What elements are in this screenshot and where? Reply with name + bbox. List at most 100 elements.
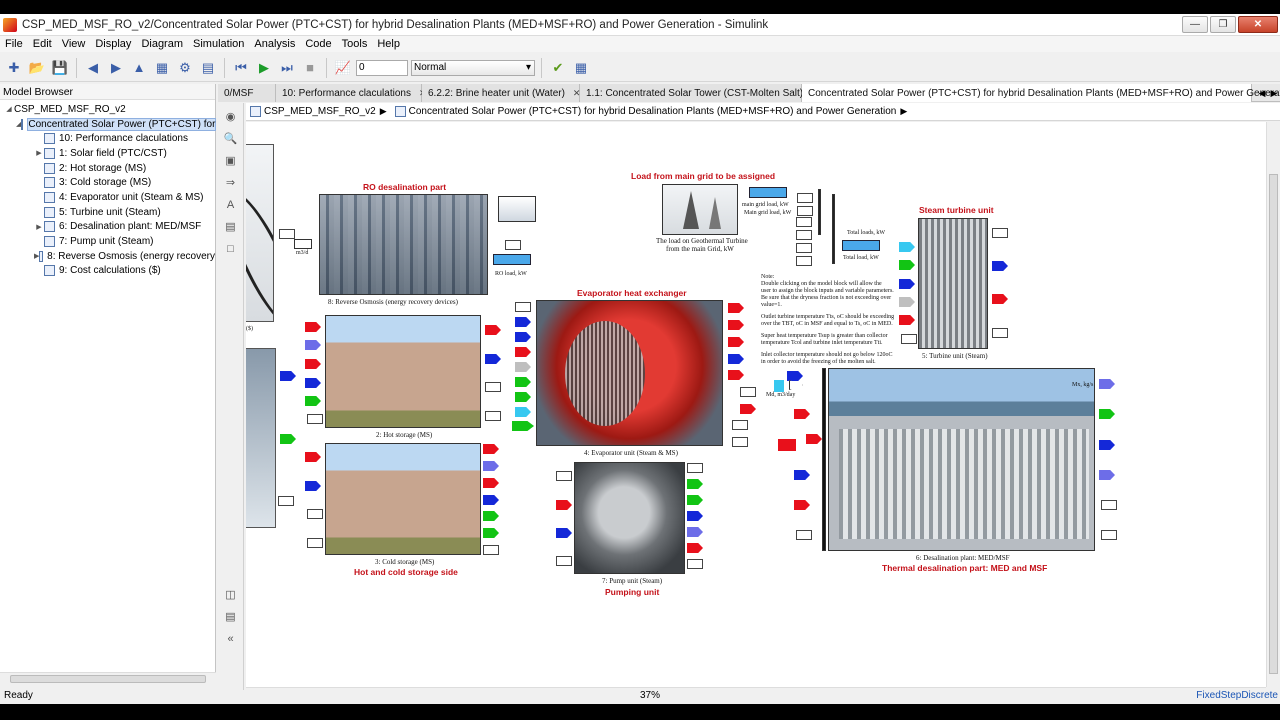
report-icon[interactable]: ▤ [223, 609, 239, 625]
pump-output-port[interactable] [687, 495, 703, 505]
input-port[interactable] [280, 434, 296, 444]
evap-output-port[interactable] [728, 370, 744, 380]
total-load-mux-bar[interactable] [832, 194, 835, 264]
desal-output-port[interactable] [1101, 500, 1117, 510]
desal-input-port[interactable] [806, 434, 822, 444]
evap-output-port[interactable] [740, 404, 756, 414]
simulation-mode-select[interactable]: Normal [411, 59, 535, 76]
scope-icon[interactable]: 📈 [333, 58, 353, 78]
canvas-vertical-scrollbar[interactable] [1266, 122, 1280, 687]
turbine-input-port[interactable] [899, 297, 915, 307]
hot-input-port[interactable] [305, 396, 321, 406]
desal-input-port[interactable] [778, 439, 796, 451]
evap-output-port[interactable] [728, 354, 744, 364]
evap-input-port[interactable] [515, 347, 531, 357]
turbine-input-port[interactable] [899, 242, 915, 252]
ro-output-port[interactable] [505, 240, 521, 250]
zoom-icon[interactable]: 🔍 [223, 131, 239, 147]
solver-link[interactable]: FixedStepDiscrete [1196, 690, 1278, 701]
solar-collector-block-partial[interactable] [246, 348, 276, 528]
tree-item[interactable]: 7: Pump unit (Steam) [0, 234, 215, 249]
menu-edit[interactable]: Edit [28, 38, 57, 50]
hot-input-port[interactable] [307, 414, 323, 424]
main-grid-block[interactable] [662, 184, 738, 235]
turbine-output-port[interactable] [992, 294, 1008, 304]
close-button[interactable]: ✕ [1238, 16, 1278, 33]
menu-file[interactable]: File [0, 38, 28, 50]
pump-output-port[interactable] [687, 479, 703, 489]
expand-arrow-icon[interactable]: ▶ [34, 149, 44, 157]
solar-field-block-partial[interactable] [246, 144, 274, 322]
breadcrumb-current[interactable]: Concentrated Solar Power (PTC+CST) for h… [409, 106, 897, 117]
evap-input-port[interactable] [515, 317, 531, 327]
tree-item-selected[interactable]: ◢ Concentrated Solar Power (PTC+CST) for [0, 117, 217, 132]
run-icon[interactable]: ▶ [254, 58, 274, 78]
desal-input-port[interactable] [794, 409, 810, 419]
menu-code[interactable]: Code [300, 38, 336, 50]
turbine-output-port[interactable] [992, 228, 1008, 238]
hot-output-port[interactable] [485, 382, 501, 392]
step-forward-icon[interactable]: ⏭ [277, 58, 297, 78]
tree-item[interactable]: 4: Evaporator unit (Steam & MS) [0, 190, 215, 205]
maximize-button[interactable]: ❐ [1210, 16, 1236, 33]
collapse-palette-icon[interactable]: « [223, 631, 239, 647]
up-arrow-icon[interactable]: ▲ [129, 58, 149, 78]
pump-input-port[interactable] [556, 556, 572, 566]
evaporator-block[interactable] [536, 300, 723, 446]
turbine-input-port[interactable] [899, 260, 915, 270]
cold-output-port[interactable] [483, 528, 499, 538]
pump-input-port[interactable] [556, 528, 572, 538]
hot-input-port[interactable] [305, 322, 321, 332]
evap-input-port[interactable] [512, 421, 534, 431]
input-port[interactable] [280, 371, 296, 381]
desal-feed-port[interactable] [787, 371, 803, 381]
desalination-plant-block[interactable] [828, 368, 1095, 551]
tree-item[interactable]: ▶ 6: Desalination plant: MED/MSF [0, 220, 215, 235]
cold-input-port[interactable] [307, 509, 323, 519]
pump-output-port[interactable] [687, 463, 703, 473]
evap-input-port[interactable] [515, 377, 531, 387]
cold-output-port[interactable] [483, 495, 499, 505]
tree-item[interactable]: 3: Cold storage (MS) [0, 175, 215, 190]
desal-output-port[interactable] [1099, 440, 1115, 450]
turbine-input-port[interactable] [899, 315, 915, 325]
turbine-input-port[interactable] [899, 279, 915, 289]
menu-help[interactable]: Help [372, 38, 405, 50]
evap-output-port[interactable] [732, 437, 748, 447]
tab-solar-tower[interactable]: 1.1: Concentrated Solar Tower (CST-Molte… [580, 84, 819, 102]
step-back-icon[interactable]: ⏮ [231, 58, 251, 78]
menu-view[interactable]: View [57, 38, 91, 50]
turbine-input-port[interactable] [901, 334, 917, 344]
pump-output-port[interactable] [687, 559, 703, 569]
turbine-output-port[interactable] [992, 328, 1008, 338]
pump-output-port[interactable] [687, 511, 703, 521]
cold-output-port[interactable] [483, 511, 499, 521]
cold-input-port[interactable] [307, 538, 323, 548]
area-icon[interactable]: □ [223, 241, 239, 257]
hot-input-port[interactable] [305, 359, 321, 369]
model-browser-scrollbar[interactable] [0, 672, 216, 684]
tab-next-icon[interactable]: ▶ [1268, 84, 1280, 102]
tree-item[interactable]: 9: Cost calculations ($) [0, 264, 215, 279]
collapse-arrow-icon[interactable]: ◢ [4, 105, 14, 113]
pump-output-port[interactable] [687, 527, 703, 537]
hide-show-icon[interactable]: ◉ [223, 109, 239, 125]
cold-input-port[interactable] [305, 481, 321, 491]
tree-item[interactable]: ▶ 8: Reverse Osmosis (energy recovery [0, 249, 215, 264]
hot-output-port[interactable] [485, 411, 501, 421]
back-arrow-icon[interactable]: ◀ [83, 58, 103, 78]
total-load-port[interactable] [796, 230, 812, 240]
hot-output-port[interactable] [485, 354, 501, 364]
cold-output-port[interactable] [483, 478, 499, 488]
tab-main-model[interactable]: Concentrated Solar Power (PTC+CST) for h… [802, 84, 1280, 102]
tab-prev-icon[interactable]: ◀ [1256, 84, 1268, 102]
total-load-port[interactable] [796, 243, 812, 253]
pump-output-port[interactable] [687, 543, 703, 553]
ro-thumbnail-block[interactable] [498, 196, 536, 222]
grid-output-port[interactable] [797, 193, 813, 203]
tab-msf[interactable]: 0/MSF [218, 84, 276, 102]
pump-input-port[interactable] [556, 471, 572, 481]
desal-input-port[interactable] [794, 500, 810, 510]
desal-bus-bar[interactable] [822, 368, 826, 551]
menu-analysis[interactable]: Analysis [249, 38, 300, 50]
